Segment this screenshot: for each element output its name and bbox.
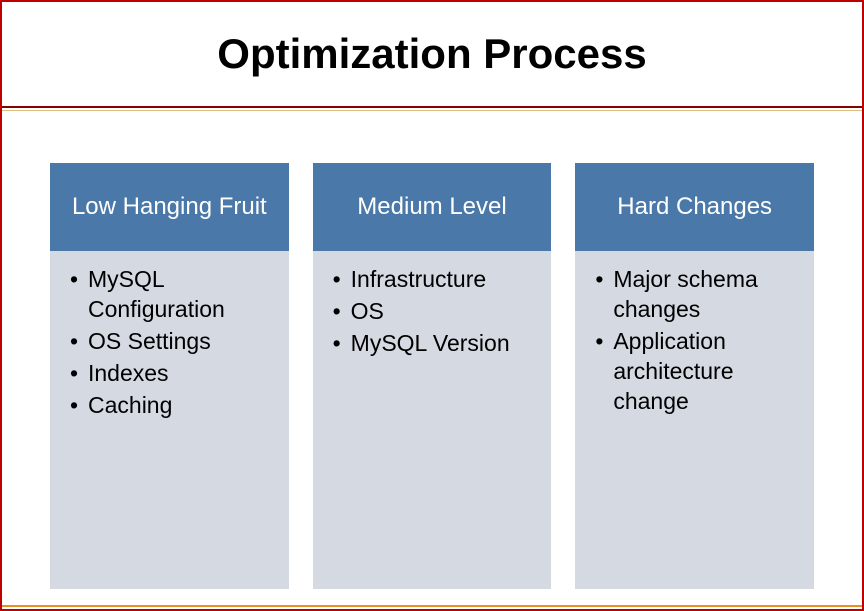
list-item: Major schema changes (595, 265, 798, 325)
slide-content-region: Low Hanging Fruit MySQL Configuration OS… (2, 108, 862, 609)
column-header: Hard Changes (575, 163, 814, 251)
list-item: Indexes (70, 359, 273, 389)
slide-title-region: Optimization Process (2, 2, 862, 108)
list-item: Application architecture change (595, 327, 798, 417)
column-list: Major schema changes Application archite… (595, 265, 798, 416)
list-item: MySQL Configuration (70, 265, 273, 325)
column-body: Infrastructure OS MySQL Version (313, 251, 552, 589)
column-list: MySQL Configuration OS Settings Indexes … (70, 265, 273, 420)
column-medium-level: Medium Level Infrastructure OS MySQL Ver… (313, 163, 552, 589)
slide-title: Optimization Process (22, 30, 842, 78)
list-item: Caching (70, 391, 273, 421)
column-header: Low Hanging Fruit (50, 163, 289, 251)
column-list: Infrastructure OS MySQL Version (333, 265, 536, 359)
list-item: OS (333, 297, 536, 327)
column-body: Major schema changes Application archite… (575, 251, 814, 589)
list-item: OS Settings (70, 327, 273, 357)
column-body: MySQL Configuration OS Settings Indexes … (50, 251, 289, 589)
column-hard-changes: Hard Changes Major schema changes Applic… (575, 163, 814, 589)
column-low-hanging-fruit: Low Hanging Fruit MySQL Configuration OS… (50, 163, 289, 589)
list-item: MySQL Version (333, 329, 536, 359)
presentation-slide: Optimization Process Low Hanging Fruit M… (0, 0, 864, 611)
column-header: Medium Level (313, 163, 552, 251)
list-item: Infrastructure (333, 265, 536, 295)
